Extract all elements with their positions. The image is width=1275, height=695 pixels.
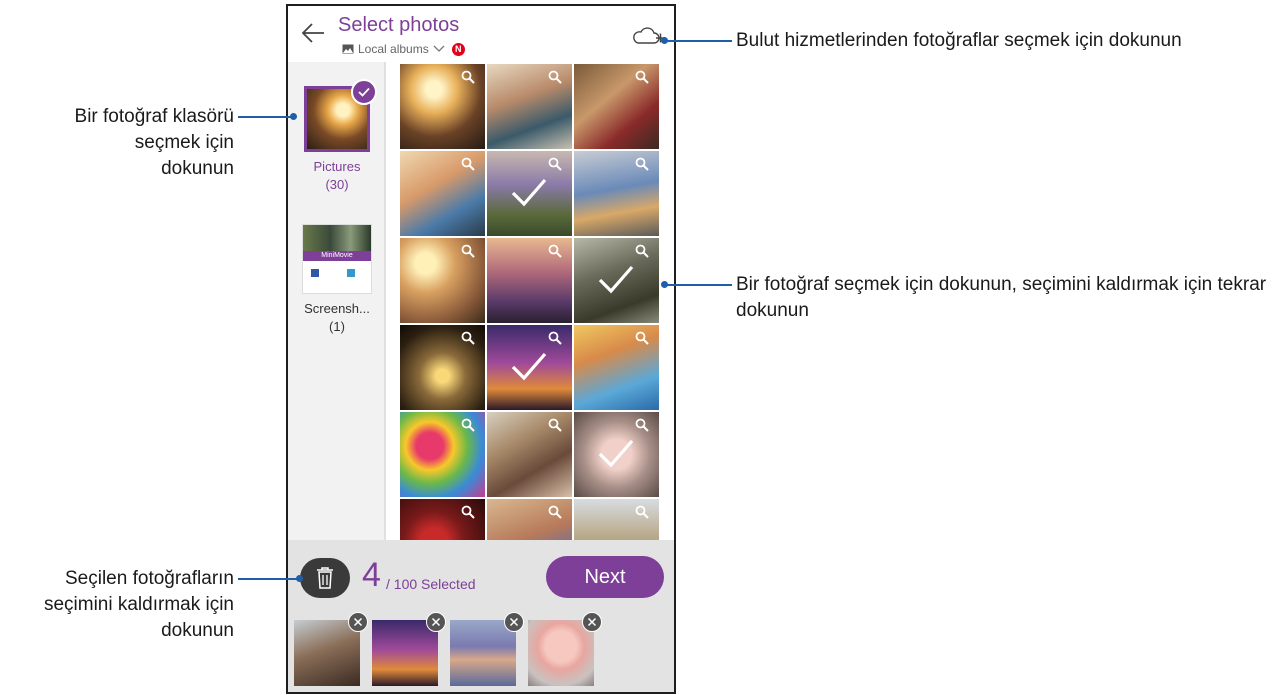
album-thumbnail — [304, 79, 377, 152]
remove-icon[interactable] — [504, 612, 524, 632]
album-pointer — [374, 174, 384, 202]
selected-check-icon — [598, 439, 634, 468]
next-button[interactable]: Next — [546, 556, 664, 598]
photo-tile[interactable] — [487, 412, 572, 497]
magnify-icon[interactable] — [635, 505, 649, 519]
cloud-add-icon[interactable] — [632, 24, 666, 48]
album-list: Pictures (30) MiniMovie Screensh... (1) — [288, 62, 384, 540]
magnify-icon[interactable] — [548, 331, 562, 345]
callout-line — [664, 40, 732, 42]
album-count: (1) — [329, 319, 345, 334]
callout-album: Bir fotoğraf klasörü seçmek için dokunun — [74, 106, 234, 179]
magnify-icon[interactable] — [548, 418, 562, 432]
callout-dot — [296, 575, 303, 582]
callout-dot — [661, 37, 668, 44]
album-name: Pictures — [313, 159, 361, 174]
magnify-icon[interactable] — [548, 70, 562, 84]
photo-tile[interactable] — [574, 325, 659, 410]
photo-tile[interactable] — [487, 238, 572, 323]
divider — [384, 62, 386, 540]
photo-tile[interactable] — [487, 64, 572, 149]
minimovie-label: MiniMovie — [303, 251, 371, 261]
photo-tile[interactable] — [574, 499, 659, 540]
photo-tile[interactable] — [400, 325, 485, 410]
photo-tile[interactable] — [400, 238, 485, 323]
callout-dot — [661, 281, 668, 288]
magnify-icon[interactable] — [635, 157, 649, 171]
selected-photo-thumb[interactable] — [372, 612, 446, 686]
selected-check-icon — [598, 265, 634, 294]
chevron-down-icon — [433, 45, 445, 52]
album-pictures[interactable]: Pictures (30) — [302, 79, 377, 194]
magnify-icon[interactable] — [635, 244, 649, 258]
page-title: Select photos — [338, 14, 460, 36]
app-header: Select photos Local albums N — [288, 6, 674, 62]
photo-tile[interactable] — [487, 151, 572, 236]
callout-photo: Bir fotoğraf seçmek için dokunun, seçimi… — [736, 274, 1267, 321]
magnify-icon[interactable] — [461, 70, 475, 84]
selected-limit-label: / 100 Selected — [386, 576, 476, 592]
callout-dot — [290, 113, 297, 120]
selected-count: 4 — [362, 556, 381, 594]
phone-screen: Select photos Local albums N Pictures (3… — [286, 4, 676, 694]
magnify-icon[interactable] — [461, 244, 475, 258]
remove-icon[interactable] — [582, 612, 602, 632]
callout-line — [664, 284, 732, 286]
magnify-icon[interactable] — [461, 331, 475, 345]
trash-icon — [317, 567, 333, 589]
magnify-icon[interactable] — [461, 157, 475, 171]
remove-icon[interactable] — [426, 612, 446, 632]
selected-photo-thumb[interactable] — [450, 612, 524, 686]
magnify-icon[interactable] — [635, 70, 649, 84]
photo-grid — [400, 64, 664, 540]
magnify-icon[interactable] — [548, 244, 562, 258]
photo-tile[interactable] — [487, 499, 572, 540]
magnify-icon[interactable] — [461, 418, 475, 432]
callout-clear-selection: Seçilen fotoğrafların seçimini kaldırmak… — [43, 568, 234, 641]
selected-photo-thumb[interactable] — [294, 612, 368, 686]
magnify-icon[interactable] — [635, 331, 649, 345]
album-count: (30) — [325, 177, 349, 192]
clear-selection-button[interactable] — [300, 558, 350, 598]
magnify-icon[interactable] — [461, 505, 475, 519]
callout-cloud: Bulut hizmetlerinden fotoğraflar seçmek … — [736, 30, 1182, 51]
selection-bar: 4 / 100 Selected Next — [288, 540, 674, 692]
new-badge: N — [451, 42, 465, 56]
magnify-icon[interactable] — [635, 418, 649, 432]
remove-icon[interactable] — [348, 612, 368, 632]
selected-photo-thumb[interactable] — [528, 612, 602, 686]
photo-tile[interactable] — [400, 64, 485, 149]
album-screenshots[interactable]: MiniMovie Screensh... (1) — [302, 224, 372, 336]
album-source-label: Local albums — [358, 42, 429, 56]
photo-tile[interactable] — [574, 64, 659, 149]
photo-tile[interactable] — [574, 412, 659, 497]
selected-check-icon — [351, 79, 377, 105]
selected-check-icon — [511, 178, 547, 207]
image-icon — [342, 44, 354, 54]
photo-tile[interactable] — [574, 238, 659, 323]
callout-line — [238, 578, 300, 580]
album-name: Screensh... — [304, 301, 370, 316]
photo-tile[interactable] — [400, 499, 485, 540]
selected-check-icon — [511, 352, 547, 381]
album-source-dropdown[interactable]: Local albums N — [342, 42, 465, 56]
magnify-icon[interactable] — [548, 505, 562, 519]
callout-line — [238, 116, 294, 118]
photo-tile[interactable] — [574, 151, 659, 236]
album-thumbnail: MiniMovie — [302, 224, 372, 294]
magnify-icon[interactable] — [548, 157, 562, 171]
back-arrow-icon[interactable] — [300, 20, 326, 46]
photo-tile[interactable] — [400, 151, 485, 236]
photo-tile[interactable] — [487, 325, 572, 410]
photo-tile[interactable] — [400, 412, 485, 497]
